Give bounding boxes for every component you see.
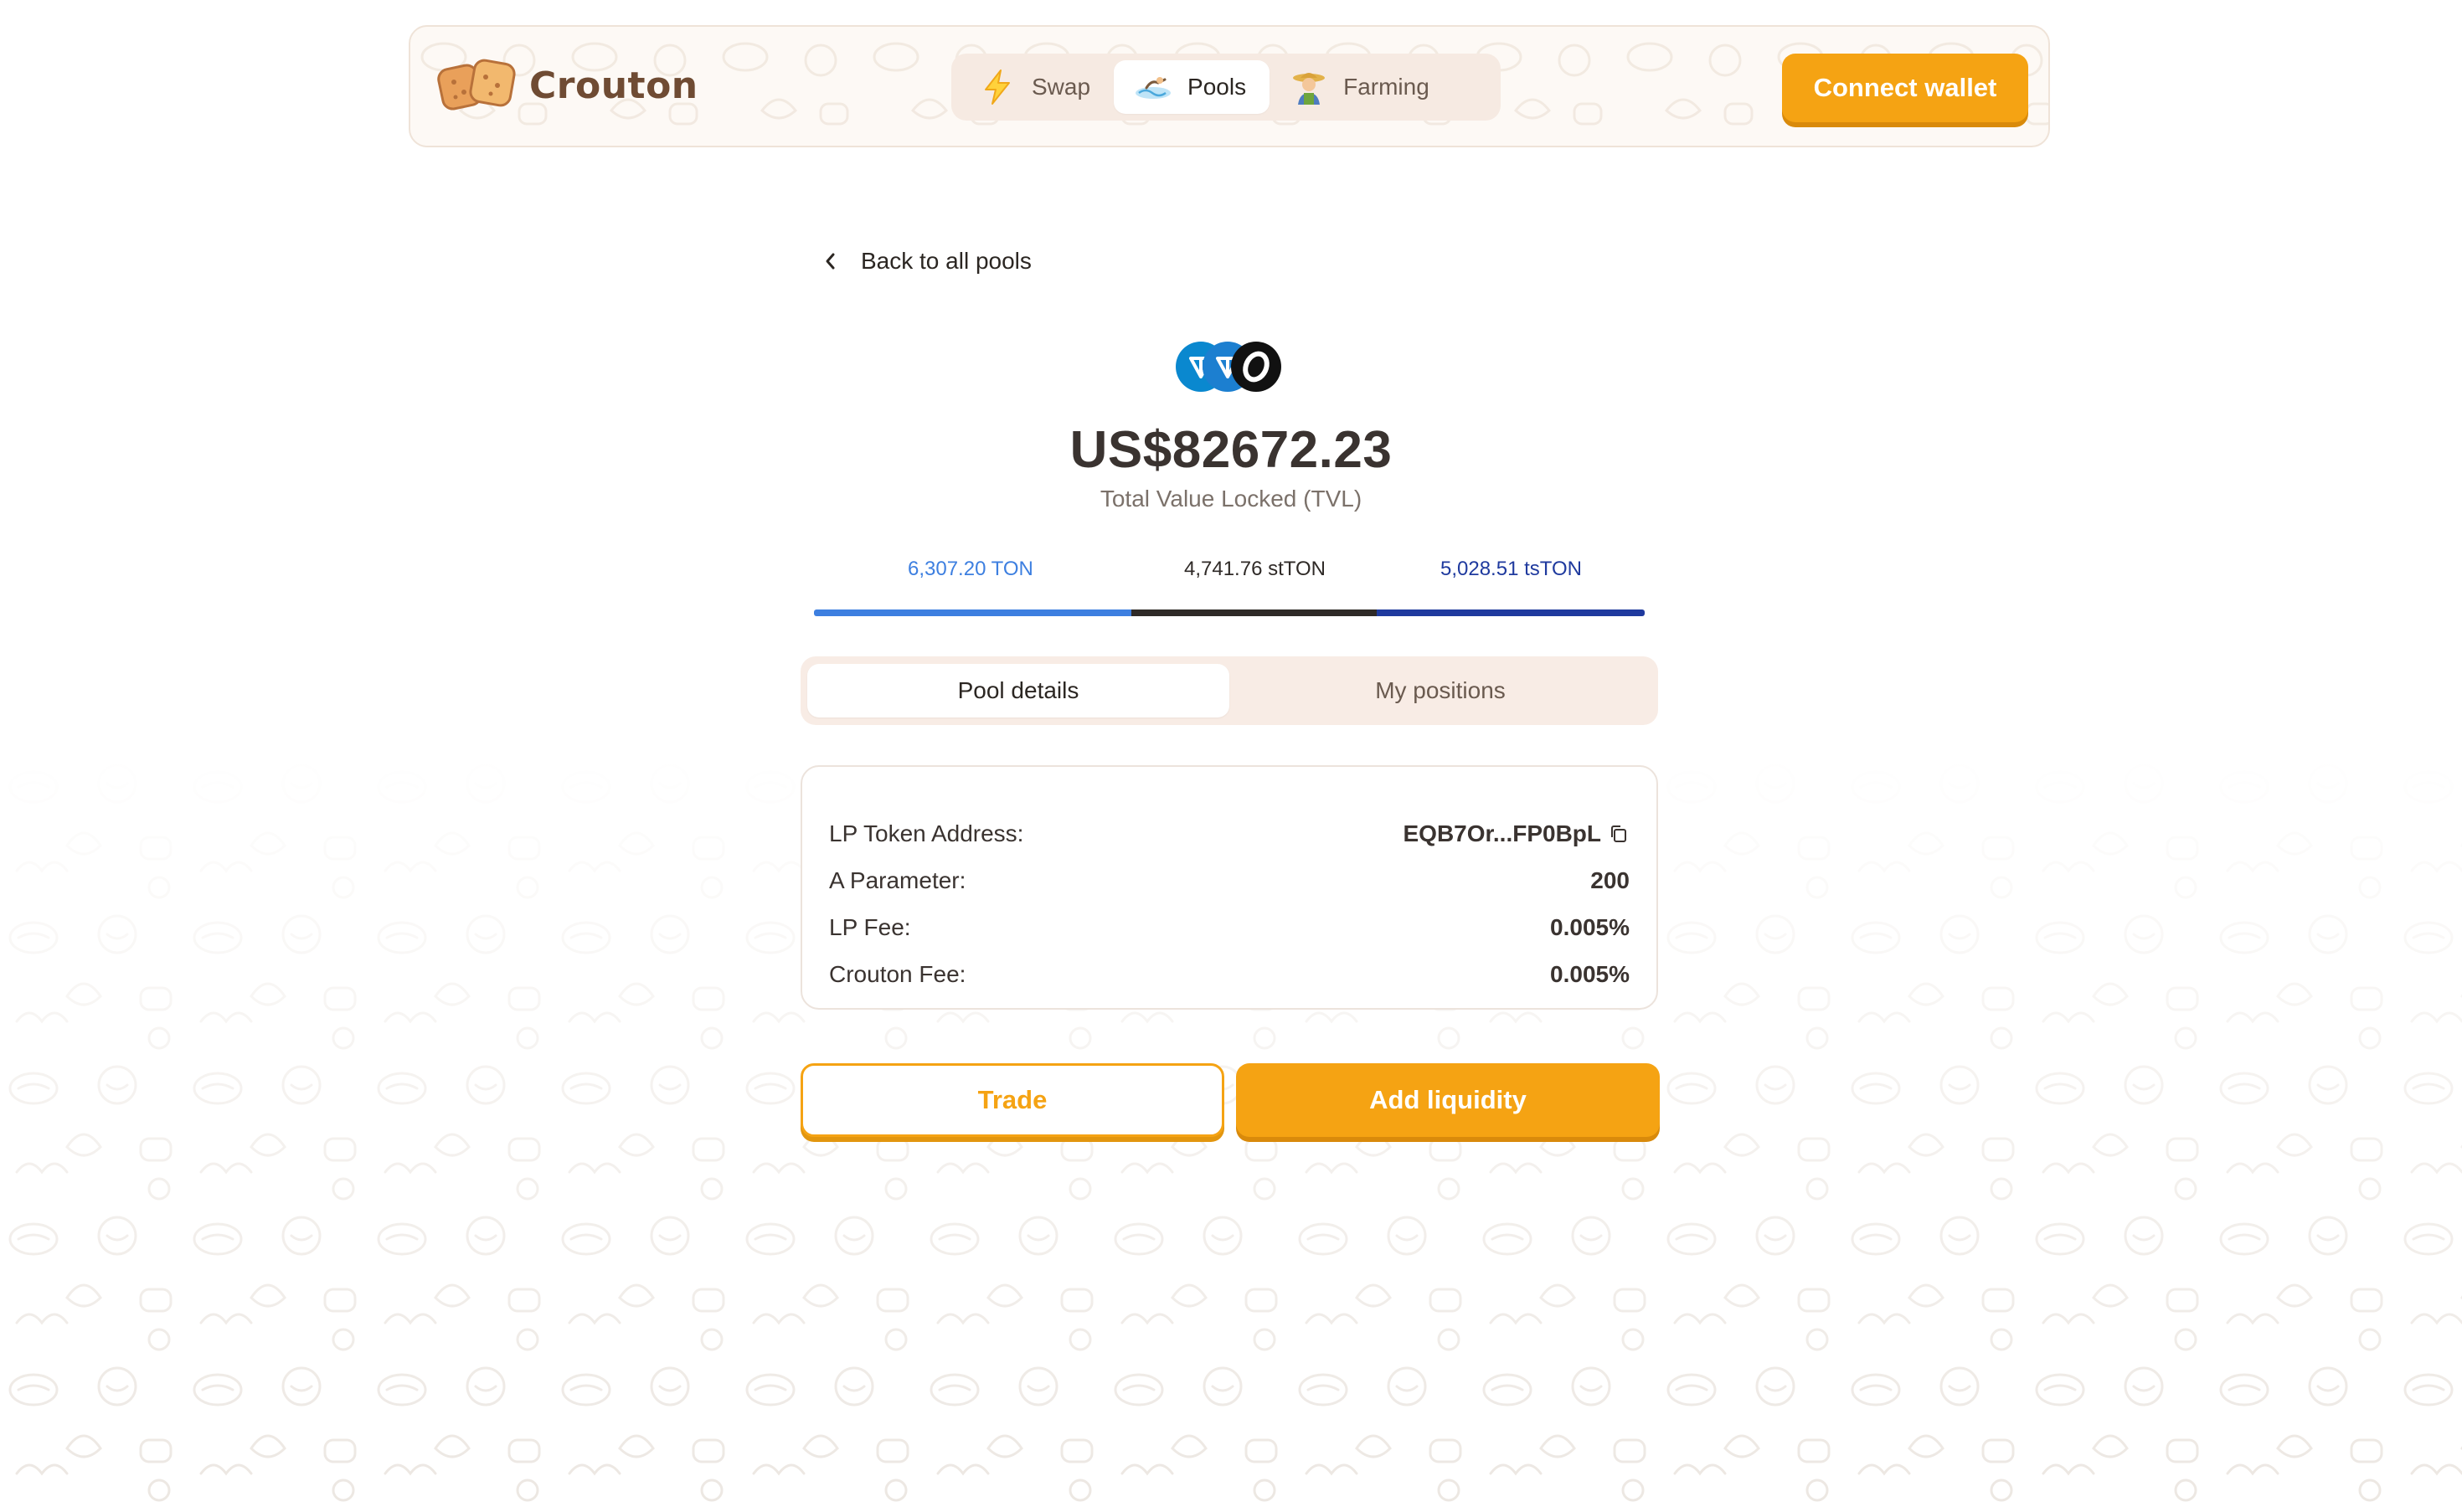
lp-fee-value: 0.005% xyxy=(1550,914,1630,940)
a-parameter-value: 200 xyxy=(1590,867,1630,893)
reserve-label-tston: 5,028.51 tsTON xyxy=(1440,558,1582,580)
detail-row-lp-token-address: LP Token Address: EQB7Or...FP0BpL xyxy=(829,810,1630,857)
back-to-pools-link[interactable]: Back to all pools xyxy=(819,248,1032,275)
tab-pool-details[interactable]: Pool details xyxy=(807,664,1229,717)
lp-token-address-text: EQB7Or...FP0BpL xyxy=(1403,820,1602,846)
nav-item-pools[interactable]: Pools xyxy=(1114,60,1270,114)
add-liquidity-button[interactable]: Add liquidity xyxy=(1236,1063,1660,1137)
crouton-logo[interactable]: Crouton xyxy=(437,55,698,116)
farmer-icon xyxy=(1293,73,1326,105)
main-nav: Swap Pools Farming xyxy=(951,54,1501,121)
trade-button[interactable]: Trade xyxy=(801,1063,1224,1137)
chevron-left-icon xyxy=(826,253,835,270)
reserve-segment-stton xyxy=(1131,609,1378,616)
back-link-label: Back to all pools xyxy=(861,248,1032,274)
nav-item-farming[interactable]: Farming xyxy=(1270,60,1453,114)
top-header: Crouton Swap Pools Farming Connect walle… xyxy=(409,25,2050,147)
detail-label: LP Fee: xyxy=(829,914,911,940)
nav-label-farming: Farming xyxy=(1343,74,1429,100)
detail-label: LP Token Address: xyxy=(829,820,1024,846)
crouton-logo-icon xyxy=(437,59,516,111)
lp-token-address-value: EQB7Or...FP0BpL xyxy=(1404,820,1630,847)
detail-label: Crouton Fee: xyxy=(829,961,966,987)
reserve-segment-ton xyxy=(814,609,1132,616)
stton-icon xyxy=(1231,342,1281,392)
connect-wallet-button[interactable]: Connect wallet xyxy=(1782,54,2028,122)
tab-my-positions[interactable]: My positions xyxy=(1229,664,1651,717)
detail-row-a-parameter: A Parameter: 200 xyxy=(829,857,1630,904)
detail-row-lp-fee: LP Fee: 0.005% xyxy=(829,904,1630,951)
reserve-distribution-bar xyxy=(814,609,1645,616)
detail-row-crouton-fee: Crouton Fee: 0.005% xyxy=(829,951,1630,998)
reserve-label-stton: 4,741.76 stTON xyxy=(1184,558,1326,580)
nav-label-pools: Pools xyxy=(1187,74,1247,100)
tvl-label: Total Value Locked (TVL) xyxy=(1100,486,1362,512)
pool-tabs: Pool details My positions xyxy=(801,656,1658,725)
reserve-label-ton: 6,307.20 TON xyxy=(908,558,1033,580)
logo-text: Crouton xyxy=(529,64,698,107)
reserve-segment-tston xyxy=(1377,609,1645,616)
nav-label-swap: Swap xyxy=(1032,74,1091,100)
lightning-icon xyxy=(985,69,1010,105)
pool-icon xyxy=(1136,77,1172,99)
crouton-fee-value: 0.005% xyxy=(1550,961,1630,987)
tvl-value: US$82672.23 xyxy=(1069,421,1393,479)
copy-icon[interactable] xyxy=(1608,823,1630,845)
pool-token-icons xyxy=(1176,342,1281,392)
pool-details-card: LP Token Address: EQB7Or...FP0BpL A Para… xyxy=(801,765,1658,1010)
detail-label: A Parameter: xyxy=(829,867,966,893)
nav-item-swap[interactable]: Swap xyxy=(958,60,1114,114)
